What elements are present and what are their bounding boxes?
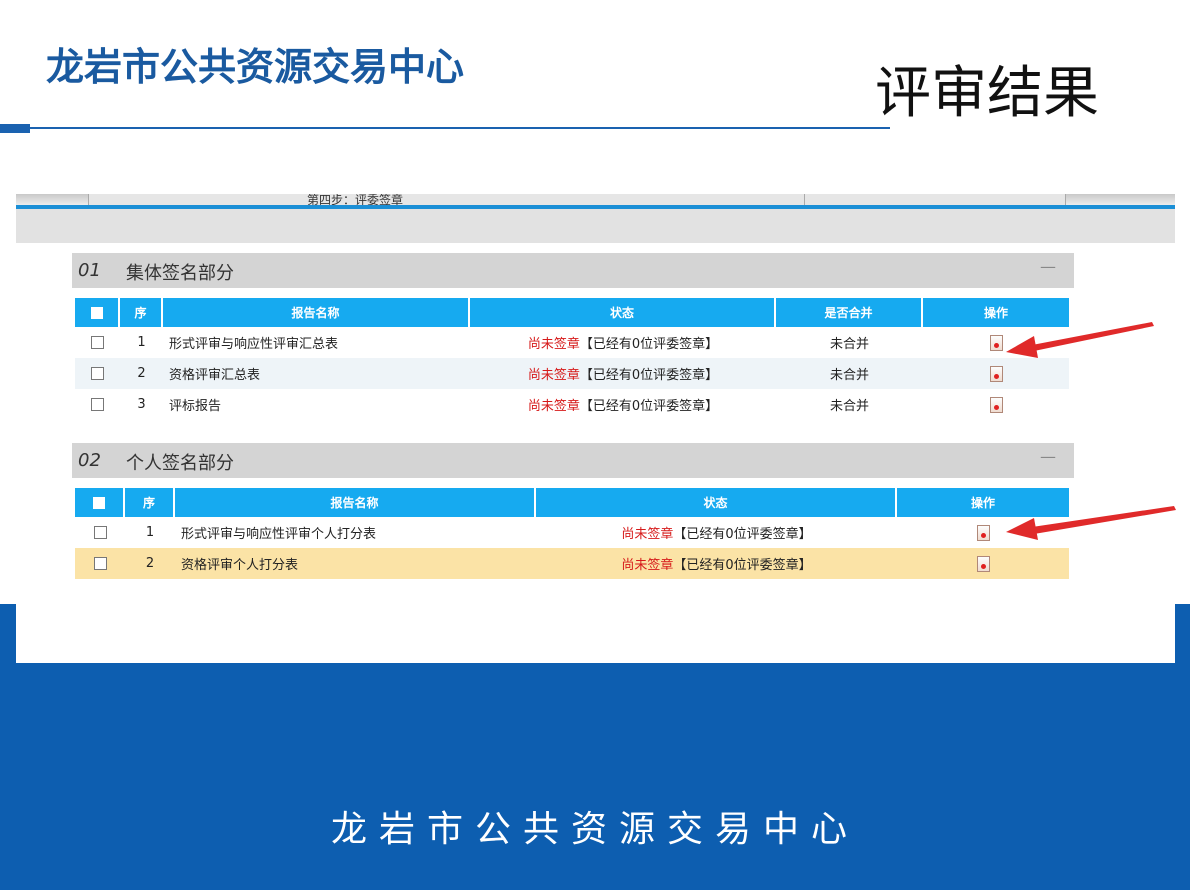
org-title: 龙岩市公共资源交易中心	[46, 45, 465, 89]
row-seq: 1	[137, 335, 146, 350]
document-seal-icon[interactable]	[976, 555, 990, 572]
status-cell: 尚未签章【已经有0位评委签章】	[470, 358, 776, 389]
select-all-checkbox[interactable]	[90, 307, 103, 319]
collective-signature-table: 序 报告名称 状态 是否合并 操作 1 形式评审与响应性评审汇总表 尚未签章【已…	[75, 298, 1069, 420]
column-header: 序	[120, 298, 163, 327]
collapse-icon[interactable]: —	[1040, 447, 1056, 466]
action-cell	[923, 358, 1069, 389]
section-header-individual[interactable]: 02 个人签名部分 —	[72, 443, 1074, 478]
column-header: 序	[125, 488, 175, 517]
report-name: 形式评审与响应性评审个人打分表	[181, 527, 377, 542]
individual-signature-table: 序 报告名称 状态 操作 1 形式评审与响应性评审个人打分表 尚未签章【已经有0…	[75, 488, 1069, 579]
section-number: 02	[78, 450, 101, 471]
footer-title: 龙岩市公共资源交易中心	[330, 809, 859, 850]
table-header-row: 序 报告名称 状态 是否合并 操作	[75, 298, 1069, 327]
collapse-icon[interactable]: —	[1040, 257, 1056, 276]
document-seal-icon[interactable]	[989, 365, 1003, 382]
table-row: 1 形式评审与响应性评审个人打分表 尚未签章【已经有0位评委签章】	[75, 517, 1069, 548]
column-header: 报告名称	[175, 488, 536, 517]
document-seal-icon[interactable]	[976, 524, 990, 541]
accent-bar	[0, 124, 30, 133]
status-cell: 尚未签章【已经有0位评委签章】	[470, 327, 776, 358]
header-divider	[30, 127, 890, 129]
slide: 龙岩市公共资源交易中心 评审结果 第四步：评委签章 01 集体签名部分 — 序 …	[0, 0, 1190, 890]
report-name: 评标报告	[169, 399, 222, 414]
row-checkbox[interactable]	[91, 398, 104, 411]
select-all-header[interactable]	[75, 298, 120, 327]
status-detail: 【已经有0位评委签章】	[673, 527, 812, 542]
section-number: 01	[78, 260, 101, 281]
merge-status: 未合并	[776, 358, 923, 389]
column-header: 状态	[536, 488, 897, 517]
row-seq: 1	[145, 525, 155, 540]
row-checkbox[interactable]	[91, 367, 104, 380]
status-label: 尚未签章	[527, 399, 580, 414]
status-cell: 尚未签章【已经有0位评委签章】	[470, 389, 776, 420]
column-header: 是否合并	[776, 298, 923, 327]
toolbar-bar	[16, 209, 1175, 243]
table-row: 1 形式评审与响应性评审汇总表 尚未签章【已经有0位评委签章】 未合并	[75, 327, 1069, 358]
report-name: 资格评审个人打分表	[175, 548, 536, 579]
row-checkbox[interactable]	[93, 526, 107, 539]
status-label: 尚未签章	[621, 527, 674, 542]
column-header: 报告名称	[163, 298, 470, 327]
row-checkbox[interactable]	[93, 557, 107, 570]
row-checkbox[interactable]	[91, 336, 104, 349]
report-name: 形式评审与响应性评审汇总表	[169, 337, 339, 352]
row-seq: 3	[137, 397, 146, 412]
select-all-header[interactable]	[75, 488, 125, 517]
table-header-row: 序 报告名称 状态 操作	[75, 488, 1069, 517]
status-label: 尚未签章	[621, 558, 674, 573]
table-row: 2 资格评审汇总表 尚未签章【已经有0位评委签章】 未合并	[75, 358, 1069, 389]
red-arrow-icon	[1006, 322, 1154, 358]
document-seal-icon[interactable]	[989, 396, 1003, 413]
status-detail: 【已经有0位评委签章】	[579, 399, 719, 414]
status-label: 尚未签章	[527, 368, 580, 383]
slide-title: 评审结果	[875, 61, 1099, 126]
column-header: 状态	[470, 298, 776, 327]
section-title: 个人签名部分	[126, 453, 234, 474]
merge-status: 未合并	[829, 399, 869, 414]
status-detail: 【已经有0位评委签章】	[579, 368, 719, 383]
status-cell: 尚未签章【已经有0位评委签章】	[536, 517, 897, 548]
action-cell	[923, 389, 1069, 420]
embedded-screenshot: 第四步：评委签章 01 集体签名部分 — 序 报告名称 状态 是否合并 操作 1…	[16, 194, 1175, 663]
action-cell	[897, 548, 1069, 579]
status-cell: 尚未签章【已经有0位评委签章】	[536, 548, 897, 579]
status-detail: 【已经有0位评委签章】	[579, 337, 719, 352]
status-label: 尚未签章	[527, 337, 580, 352]
red-arrow-icon	[1006, 506, 1176, 540]
row-seq: 2	[125, 548, 175, 579]
select-all-checkbox[interactable]	[93, 497, 105, 509]
merge-status: 未合并	[829, 337, 869, 352]
table-row: 3 评标报告 尚未签章【已经有0位评委签章】 未合并	[75, 389, 1069, 420]
report-name: 资格评审汇总表	[163, 358, 470, 389]
section-title: 集体签名部分	[126, 263, 234, 284]
table-row: 2 资格评审个人打分表 尚未签章【已经有0位评委签章】	[75, 548, 1069, 579]
section-header-collective[interactable]: 01 集体签名部分 —	[72, 253, 1074, 288]
row-seq: 2	[120, 358, 163, 389]
status-detail: 【已经有0位评委签章】	[673, 558, 812, 573]
